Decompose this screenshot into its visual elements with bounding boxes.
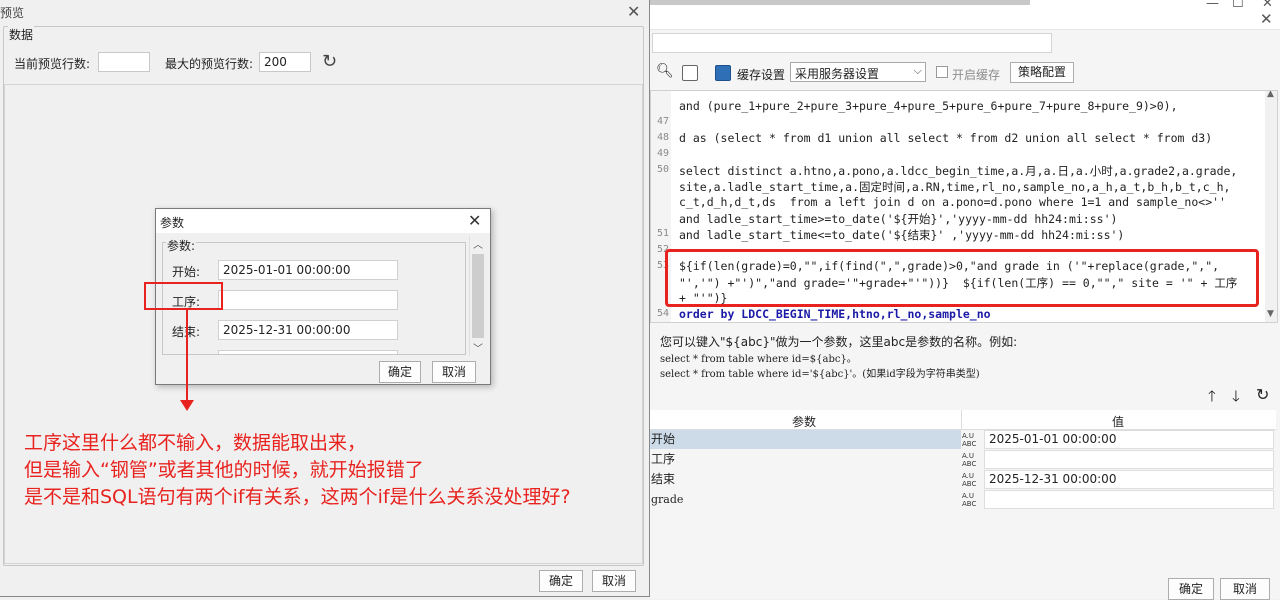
- preview-cancel-button[interactable]: 取消: [592, 570, 636, 592]
- titlebar-strip: [650, 0, 1030, 5]
- scroll-thumb[interactable]: [472, 254, 484, 338]
- param-value-cell[interactable]: 2025-01-01 00:00:00: [984, 430, 1274, 449]
- table-row[interactable]: 开始 A.U ABC 2025-01-01 00:00:00: [650, 430, 1276, 450]
- params-cancel-button[interactable]: 取消: [432, 361, 476, 383]
- enable-cache-label: 开启缓存: [952, 68, 1001, 82]
- code-line: select distinct a.htno,a.pono,a.ldcc_beg…: [679, 164, 1238, 178]
- text-type-icon: A.U ABC: [962, 452, 977, 468]
- params-dialog-title: 参数: [160, 216, 185, 230]
- column-divider: [961, 410, 962, 430]
- table-row[interactable]: 结束 A.U ABC 2025-12-31 00:00:00: [650, 470, 1276, 490]
- chevron-up-icon[interactable]: ︿: [473, 236, 483, 251]
- arrow-down-icon[interactable]: 🡓: [1232, 386, 1240, 411]
- line-number: 54: [656, 308, 669, 319]
- table-row[interactable]: 工序 A.U ABC: [650, 450, 1276, 470]
- enable-cache-checkbox[interactable]: [936, 66, 948, 78]
- strategy-config-button[interactable]: 策略配置: [1010, 62, 1074, 83]
- params-dialog-titlebar: 参数 ✕: [156, 209, 490, 233]
- param-input-partial[interactable]: [218, 350, 398, 354]
- code-line: site,a.ladle_start_time,a.固定时间,a.RN,time…: [679, 180, 1231, 194]
- params-group-title: 参数:: [166, 237, 197, 254]
- hint-example: select * from table where id=${abc}。: [660, 354, 857, 365]
- maximize-icon[interactable]: ☐: [1232, 0, 1244, 11]
- window-title: 预览: [0, 6, 25, 20]
- code-line: and ladle_start_time<=to_date('${结束}' ,'…: [679, 228, 1125, 242]
- refresh-icon[interactable]: ↻: [1256, 385, 1269, 404]
- dialog-close-icon[interactable]: ✕: [1260, 10, 1273, 28]
- line-number: 48: [656, 132, 669, 143]
- annotation-arrow-line: [186, 310, 188, 402]
- close-icon[interactable]: ✕: [627, 2, 640, 21]
- editor-cancel-button[interactable]: 取消: [1220, 578, 1270, 600]
- refresh-icon[interactable]: ↻: [322, 51, 337, 72]
- scroll-down-icon[interactable]: ▼: [1267, 309, 1274, 319]
- editor-titlebar: — ☐ ✕ ✕: [650, 0, 1280, 30]
- editor-ok-button[interactable]: 确定: [1168, 578, 1214, 600]
- code-line: and ladle_start_time>=to_date('${开始}','y…: [679, 212, 1118, 226]
- column-header-value: 值: [1112, 415, 1125, 429]
- max-rows-label: 最大的预览行数:: [165, 57, 254, 71]
- text-type-icon: A.U ABC: [962, 492, 977, 508]
- search-preview-icon[interactable]: 🔍︎: [656, 63, 674, 79]
- code-line: and (pure_1+pure_2+pure_3+pure_4+pure_5+…: [679, 99, 1178, 113]
- param-input-start[interactable]: 2025-01-01 00:00:00: [218, 260, 398, 280]
- code-line: d as (select * from d1 union all select …: [679, 131, 1213, 145]
- parameter-hint: 您可以键入"${abc}"做为一个参数，这里abc是参数的名称。例如: sele…: [660, 333, 1260, 383]
- preview-ok-button[interactable]: 确定: [539, 570, 583, 592]
- params-scrollbar[interactable]: ︿ ﹀: [469, 236, 485, 356]
- param-name-cell: 工序: [651, 452, 676, 466]
- param-label-start: 开始:: [172, 265, 201, 279]
- code-scrollbar[interactable]: ▲ ▼: [1265, 91, 1277, 322]
- annotation-arrow-head: [180, 400, 194, 411]
- annotation-line: 但是输入“钢管”或者其他的时候，就开始报错了: [24, 459, 424, 481]
- sql-code-editor[interactable]: 47 48 49 50 51 52 53 54 and (pure_1+pure…: [650, 90, 1278, 323]
- hint-text: 您可以键入"${abc}"做为一个参数，这里abc是参数的名称。例如:: [660, 335, 1018, 349]
- param-value-cell[interactable]: [984, 450, 1274, 469]
- printer-icon[interactable]: [682, 65, 698, 81]
- scroll-up-icon[interactable]: ▲: [1267, 91, 1274, 99]
- param-name-cell: 开始: [650, 430, 961, 449]
- annotation-line: 是不是和SQL语句有两个if有关系，这两个if是什么关系没处理好?: [24, 486, 571, 508]
- line-number: 47: [656, 116, 669, 127]
- param-value-cell[interactable]: [984, 490, 1274, 509]
- highlight-if-expressions: [665, 249, 1259, 307]
- cache-settings-label: 缓存设置: [737, 68, 786, 82]
- param-value-cell[interactable]: 2025-12-31 00:00:00: [984, 470, 1274, 489]
- param-input-process[interactable]: [218, 290, 398, 310]
- data-group-title: 数据: [8, 26, 35, 43]
- text-type-icon: A.U ABC: [962, 472, 977, 488]
- column-header-param: 参数: [792, 415, 817, 429]
- param-name-cell: grade: [651, 493, 684, 506]
- annotation-line: 工序这里什么都不输入，数据能取出来，: [24, 432, 367, 454]
- arrow-up-icon[interactable]: 🡑: [1208, 386, 1216, 411]
- current-rows-label: 当前预览行数:: [14, 57, 91, 71]
- hint-example: select * from table where id='${abc}'。(如…: [660, 369, 980, 380]
- chevron-down-icon[interactable]: ﹀: [473, 340, 483, 355]
- highlight-process-field: [144, 282, 223, 310]
- line-number: 51: [656, 228, 669, 239]
- dataset-name-input[interactable]: [652, 33, 1052, 53]
- table-row[interactable]: grade A.U ABC: [650, 490, 1276, 510]
- chevron-down-icon: ⌵: [913, 64, 922, 77]
- line-number: 50: [656, 164, 669, 175]
- text-type-icon: A.U ABC: [962, 432, 977, 448]
- parameter-table-header: 参数 值: [650, 410, 1276, 430]
- params-ok-button[interactable]: 确定: [379, 361, 421, 383]
- current-rows-input[interactable]: [98, 52, 150, 72]
- code-line: c_t,d_h,d_t,ds from a left join d on a.p…: [679, 195, 1226, 209]
- cache-mode-value: 采用服务器设置: [795, 67, 880, 81]
- close-icon[interactable]: ✕: [468, 211, 481, 230]
- minimize-icon[interactable]: —: [1206, 0, 1219, 11]
- cache-mode-select[interactable]: 采用服务器设置 ⌵: [790, 62, 926, 82]
- param-input-end[interactable]: 2025-12-31 00:00:00: [218, 320, 398, 340]
- max-rows-input[interactable]: 200: [259, 52, 311, 72]
- sql-editor-window: — ☐ ✕ ✕ 🔍︎ 缓存设置 采用服务器设置 ⌵ 开启缓存 策略配置 47 4…: [650, 0, 1280, 600]
- line-number: 49: [656, 148, 669, 159]
- code-line: order by LDCC_BEGIN_TIME,htno,rl_no,samp…: [679, 307, 991, 321]
- cache-icon: [715, 65, 731, 81]
- param-name-cell: 结束: [651, 472, 676, 486]
